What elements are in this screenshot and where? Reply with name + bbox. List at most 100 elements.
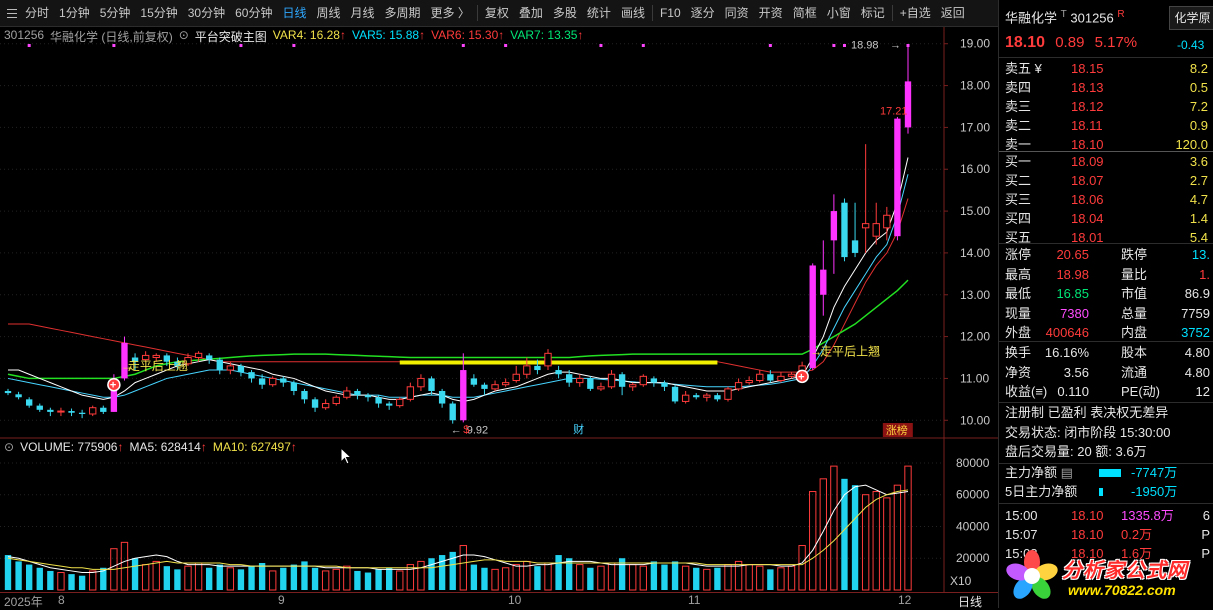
volume-bar [406,564,415,591]
toolbar-item[interactable]: 画线 [616,0,650,26]
menu-icon[interactable] [4,0,20,26]
candle-body [777,375,785,382]
volume-bar [258,563,266,590]
period-label[interactable]: 日线 [958,593,982,610]
chart-header: 301256 华融化学 (日线,前复权) ⊙ 平台突破主图 VAR4: 16.2… [4,28,583,44]
toolbar-item[interactable]: 简框 [788,0,822,26]
toolbar-item[interactable]: 更多 〉 [426,0,475,26]
toolbar-item[interactable]: 开资 [754,0,788,26]
toolbar-item[interactable]: 30分钟 [183,0,230,26]
ask-row[interactable]: 卖四 18.13 0.5 [999,78,1213,97]
toolbar-item[interactable]: 月线 [346,0,380,26]
kline-chart-area[interactable]: 19.00 18.00 17.00 16.00 15.00 14.00 13.00 12.00… [0,27,998,593]
ask-row[interactable]: 卖五 ¥ 18.15 8.2 [999,59,1213,78]
candle-body [534,365,541,371]
toolbar-item[interactable]: 叠加 [514,0,548,26]
toolbar-item[interactable]: 日线 [277,0,311,26]
tick-row[interactable]: 15:07 18.10 0.2万 P [999,525,1213,544]
candle-body [57,410,65,413]
bid-row[interactable]: 买四 18.04 1.4 [999,209,1213,228]
volume-bar [184,565,192,591]
stat-label: 市值 [1121,286,1148,301]
price-tick-label: 19.00 [960,37,990,51]
toolbar-item[interactable]: 多周期 [380,0,426,26]
stat-label: 股本 [1121,345,1148,360]
toolbar-item[interactable]: 5分钟 [95,0,136,26]
stock-code: 301256 [4,28,45,42]
stat-value: 18.98 [1056,266,1089,282]
volume-bar [375,569,382,590]
kline-chart[interactable]: 19.00 18.00 17.00 16.00 15.00 14.00 13.00 12.00… [0,27,998,593]
ask-volume: 0.5 [1189,80,1208,95]
volume-bar [787,565,796,591]
breakout-marker-1-plus: + [110,380,116,392]
indicator-name[interactable]: 平台突破主图 [195,28,267,44]
toolbar-item[interactable]: 周线 [311,0,345,26]
main-flow-value: -7747万 [1131,465,1178,480]
toolbar-item[interactable]: 多股 [548,0,582,26]
stat-row: 收益(≡) 0.110 PE(动) 12 [999,382,1213,401]
volume-tick-label: 20000 [956,551,990,565]
bid-volume: 4.7 [1189,192,1208,207]
stat-value: 400646 [1045,325,1089,340]
price-tick-label: 12.00 [960,330,990,344]
volume-bar [703,568,711,591]
bid-volume: 2.7 [1189,173,1208,188]
toolbar-item[interactable]: 返回 [936,0,970,26]
toolbar-item[interactable]: 标记 [856,0,890,26]
volume-tick-label: 60000 [956,488,990,502]
candle-body [89,407,97,415]
toolbar-item[interactable]: 逐分 [686,0,720,26]
stat-label: 量比 [1121,266,1148,282]
stat-row: 外盘 400646 内盘 3752 [999,323,1213,342]
volume-bar [501,567,510,591]
indicator-dropdown-icon[interactable]: ⊙ [179,28,189,42]
toolbar-item[interactable]: 60分钟 [230,0,277,26]
bid-price: 18.06 [1071,192,1104,207]
quote-stock-name[interactable]: 华融化学 [1005,10,1057,25]
toolbar-item[interactable]: 统计 [582,0,616,26]
volume-bar [332,568,340,591]
volume-bar [872,491,880,591]
stat-row: 最高 18.98 量比 1. [999,265,1213,284]
toolbar-item[interactable]: 1分钟 [54,0,95,26]
sector-badge[interactable]: 化学原 [1169,6,1213,30]
candle-body [787,373,796,377]
toolbar-item[interactable]: 15分钟 [135,0,182,26]
toolbar-item[interactable]: 小窗 [822,0,856,26]
stat-label: 流通 [1121,364,1148,380]
stat-label: 收益(≡) [1005,384,1048,399]
tick-row[interactable]: 15:00 18.10 1335.8万 6 [999,506,1213,525]
stock-name-period: 华融化学 (日线,前复权) [50,30,173,44]
volume-bar [883,497,891,591]
ask-row[interactable]: 卖三 18.12 7.2 [999,97,1213,116]
toolbar-item[interactable]: F10 [655,0,686,26]
price-tick-label: 16.00 [960,162,990,176]
stat-label: 跌停 [1121,247,1148,262]
volume-bar [534,566,541,590]
candle-body [597,386,605,390]
bid-row[interactable]: 买三 18.06 4.7 [999,190,1213,209]
volume-bar [809,491,817,591]
candle-body [607,373,616,388]
toolbar-item[interactable]: 复权 [480,0,514,26]
high-arrow-icon: → [890,40,901,52]
toolbar-item[interactable]: +自选 [895,0,936,26]
candle-body [4,390,12,394]
stat-row: 净资 3.56 流通 4.80 [999,363,1213,382]
toolbar-item[interactable]: 同资 [720,0,754,26]
volume-dropdown-icon[interactable]: ⊙ [4,440,14,454]
ask-row[interactable]: 卖二 18.11 0.9 [999,116,1213,135]
info-icon[interactable]: ▤ [1061,465,1073,480]
bid-row[interactable]: 买一 18.09 3.6 [999,152,1213,171]
volume-bar [15,561,22,590]
volume-bar [491,568,499,591]
candle-body [767,374,774,381]
bid-row[interactable]: 买二 18.07 2.7 [999,171,1213,190]
candle-body [661,382,668,387]
toolbar-item[interactable]: 分时 [20,0,54,26]
stat-label: PE(动) [1121,384,1161,399]
candle-body [820,269,827,295]
candle-body [872,223,880,237]
stat-value: 3.56 [1063,364,1089,380]
